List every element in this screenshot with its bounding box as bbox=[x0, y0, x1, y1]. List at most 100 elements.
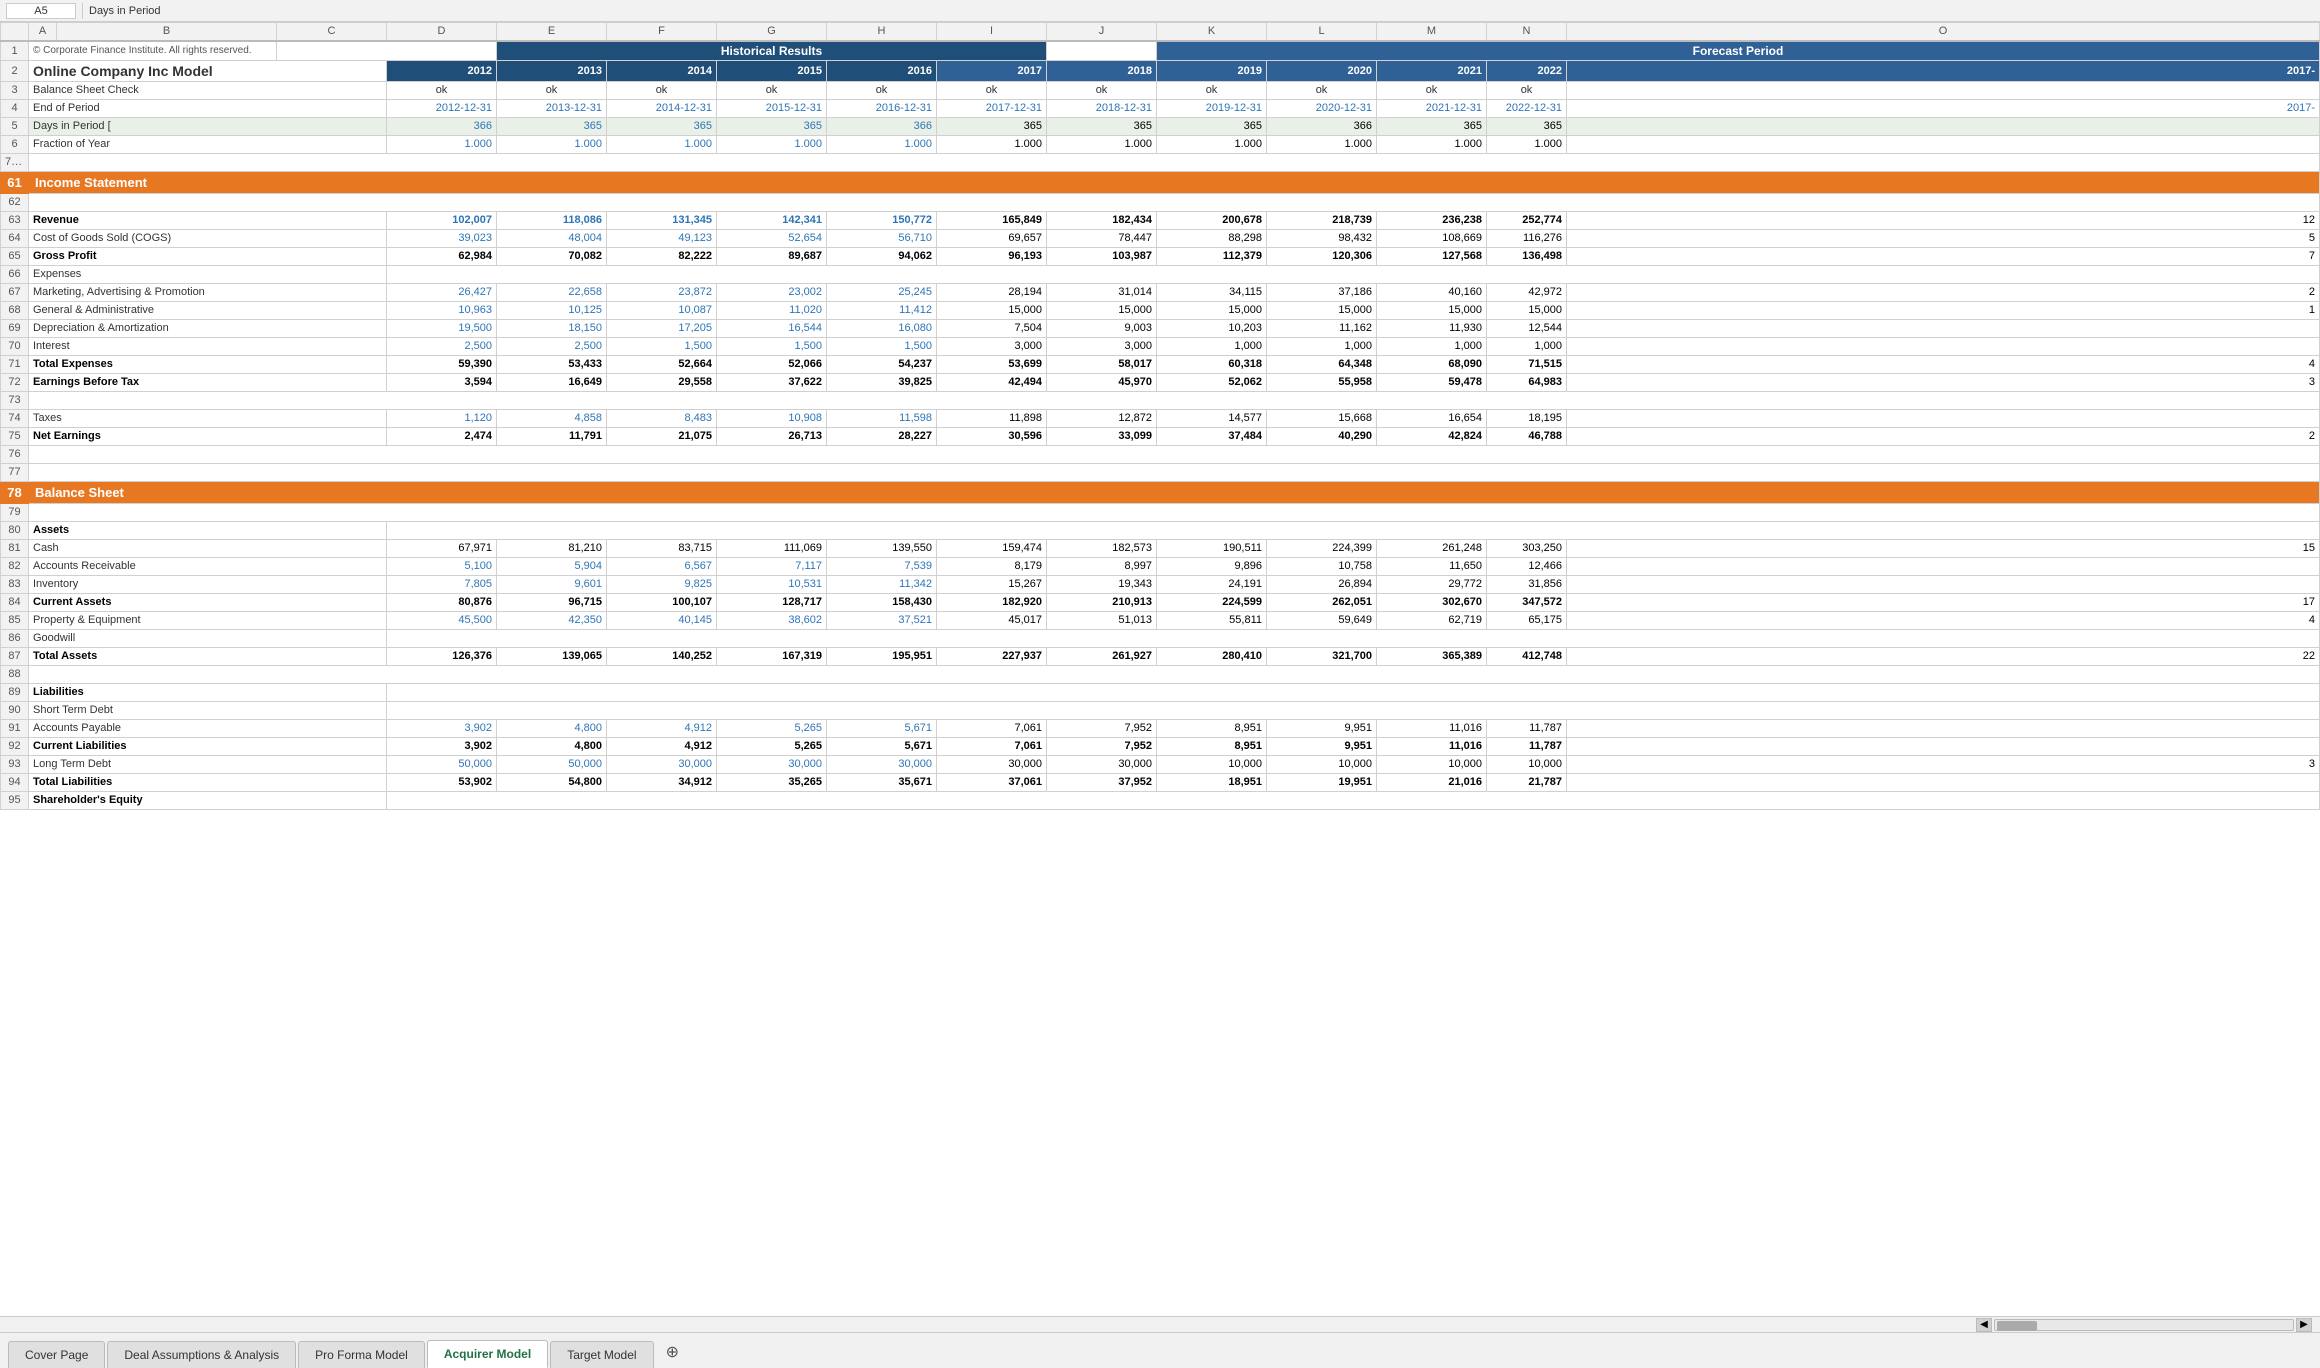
scroll-thumb[interactable] bbox=[1997, 1321, 2037, 1331]
row-83: 83 Inventory 7,805 9,601 9,825 10,531 11… bbox=[1, 575, 2320, 593]
col-e-header: E bbox=[497, 23, 607, 41]
row-64: 64 Cost of Goods Sold (COGS) 39,023 48,0… bbox=[1, 229, 2320, 247]
current-liab-label: Current Liabilities bbox=[29, 737, 387, 755]
income-statement-header: 61 Income Statement bbox=[1, 171, 2320, 193]
year-2013: 2013 bbox=[497, 60, 607, 81]
row-76: 76 bbox=[1, 445, 2320, 463]
row-85: 85 Property & Equipment 45,500 42,350 40… bbox=[1, 611, 2320, 629]
col-a-header: A bbox=[29, 23, 57, 41]
row-73: 73 bbox=[1, 391, 2320, 409]
balance-sheet-label: Balance Sheet bbox=[29, 481, 2320, 503]
gross-profit-label: Gross Profit bbox=[29, 247, 387, 265]
corner-header bbox=[1, 23, 29, 41]
tab-deal-assumptions[interactable]: Deal Assumptions & Analysis bbox=[107, 1341, 296, 1368]
liabilities-label: Liabilities bbox=[29, 683, 387, 701]
scroll-bar-area[interactable]: ◀ ▶ bbox=[0, 1316, 2320, 1332]
total-assets-label: Total Assets bbox=[29, 647, 387, 665]
ppe-label: Property & Equipment bbox=[29, 611, 387, 629]
col-n-header: N bbox=[1487, 23, 1567, 41]
row-67: 67 Marketing, Advertising & Promotion 26… bbox=[1, 283, 2320, 301]
col-o-header: O bbox=[1567, 23, 2320, 41]
row-82: 82 Accounts Receivable 5,100 5,904 6,567… bbox=[1, 557, 2320, 575]
row-1-header: 1 bbox=[1, 41, 29, 61]
row-75: 75 Net Earnings 2,474 11,791 21,075 26,7… bbox=[1, 427, 2320, 445]
row-80: 80 Assets bbox=[1, 521, 2320, 539]
interest-label: Interest bbox=[29, 337, 387, 355]
ebt-label: Earnings Before Tax bbox=[29, 373, 387, 391]
end-of-period-label: End of Period bbox=[29, 99, 387, 117]
row-71: 71 Total Expenses 59,390 53,433 52,664 5… bbox=[1, 355, 2320, 373]
year-2014: 2014 bbox=[607, 60, 717, 81]
goodwill-label: Goodwill bbox=[29, 629, 387, 647]
row-89: 89 Liabilities bbox=[1, 683, 2320, 701]
inventory-label: Inventory bbox=[29, 575, 387, 593]
shareholders-equity-label: Shareholder's Equity bbox=[29, 791, 387, 809]
income-statement-label: Income Statement bbox=[29, 171, 2320, 193]
row-72: 72 Earnings Before Tax 3,594 16,649 29,5… bbox=[1, 373, 2320, 391]
net-earnings-label: Net Earnings bbox=[29, 427, 387, 445]
row-84: 84 Current Assets 80,876 96,715 100,107 … bbox=[1, 593, 2320, 611]
year-2012: 2012 bbox=[387, 60, 497, 81]
year-2018: 2018 bbox=[1047, 60, 1157, 81]
cogs-label: Cost of Goods Sold (COGS) bbox=[29, 229, 387, 247]
cash-label: Cash bbox=[29, 539, 387, 557]
model-title: Online Company Inc Model bbox=[29, 60, 387, 81]
row-66: 66 Expenses bbox=[1, 265, 2320, 283]
year-2016: 2016 bbox=[827, 60, 937, 81]
row-79: 79 bbox=[1, 503, 2320, 521]
row-92: 92 Current Liabilities 3,902 4,800 4,912… bbox=[1, 737, 2320, 755]
tab-pro-forma[interactable]: Pro Forma Model bbox=[298, 1341, 425, 1368]
year-2022: 2022 bbox=[1487, 60, 1567, 81]
row-2: 2 Online Company Inc Model 2012 2013 201… bbox=[1, 60, 2320, 81]
tab-target-model[interactable]: Target Model bbox=[550, 1341, 653, 1368]
historical-results-header: Historical Results bbox=[497, 41, 1047, 61]
taxes-label: Taxes bbox=[29, 409, 387, 427]
add-sheet-button[interactable]: ⊕ bbox=[656, 1336, 689, 1368]
col-h-header: H bbox=[827, 23, 937, 41]
row-90: 90 Short Term Debt bbox=[1, 701, 2320, 719]
row-86: 86 Goodwill bbox=[1, 629, 2320, 647]
row-65: 65 Gross Profit 62,984 70,082 82,222 89,… bbox=[1, 247, 2320, 265]
scroll-left-button[interactable]: ◀ bbox=[1976, 1318, 1992, 1332]
balance-sheet-header: 78 Balance Sheet bbox=[1, 481, 2320, 503]
rows-7-60: 7-60 bbox=[1, 153, 2320, 171]
expenses-label: Expenses bbox=[29, 265, 387, 283]
row-74: 74 Taxes 1,120 4,858 8,483 10,908 11,598… bbox=[1, 409, 2320, 427]
col-g-header: G bbox=[717, 23, 827, 41]
year-2019: 2019 bbox=[1157, 60, 1267, 81]
col-j-header: J bbox=[1047, 23, 1157, 41]
horizontal-scrollbar[interactable] bbox=[1994, 1319, 2294, 1331]
row-95: 95 Shareholder's Equity bbox=[1, 791, 2320, 809]
row-1: 1 © Corporate Finance Institute. All rig… bbox=[1, 41, 2320, 61]
ga-label: General & Administrative bbox=[29, 301, 387, 319]
col-m-header: M bbox=[1377, 23, 1487, 41]
row-91: 91 Accounts Payable 3,902 4,800 4,912 5,… bbox=[1, 719, 2320, 737]
col-f-header: F bbox=[607, 23, 717, 41]
col-b-header: B bbox=[57, 23, 277, 41]
year-partial: 2017- bbox=[1567, 60, 2320, 81]
row-70: 70 Interest 2,500 2,500 1,500 1,500 1,50… bbox=[1, 337, 2320, 355]
year-2015: 2015 bbox=[717, 60, 827, 81]
da-label: Depreciation & Amortization bbox=[29, 319, 387, 337]
row-87: 87 Total Assets 126,376 139,065 140,252 … bbox=[1, 647, 2320, 665]
row-63: 63 Revenue 102,007 118,086 131,345 142,3… bbox=[1, 211, 2320, 229]
tab-acquirer-model[interactable]: Acquirer Model bbox=[427, 1340, 548, 1368]
row-68: 68 General & Administrative 10,963 10,12… bbox=[1, 301, 2320, 319]
ar-label: Accounts Receivable bbox=[29, 557, 387, 575]
col-d-header: D bbox=[387, 23, 497, 41]
row-81: 81 Cash 67,971 81,210 83,715 111,069 139… bbox=[1, 539, 2320, 557]
row-3: 3 Balance Sheet Check ok ok ok ok ok ok … bbox=[1, 81, 2320, 99]
row-69: 69 Depreciation & Amortization 19,500 18… bbox=[1, 319, 2320, 337]
tab-cover-page[interactable]: Cover Page bbox=[8, 1341, 105, 1368]
current-assets-label: Current Assets bbox=[29, 593, 387, 611]
scroll-right-button[interactable]: ▶ bbox=[2296, 1318, 2312, 1332]
year-2021: 2021 bbox=[1377, 60, 1487, 81]
col-i-header: I bbox=[937, 23, 1047, 41]
total-expenses-label: Total Expenses bbox=[29, 355, 387, 373]
copyright-cell: © Corporate Finance Institute. All right… bbox=[29, 41, 277, 61]
lt-debt-label: Long Term Debt bbox=[29, 755, 387, 773]
row-6: 6 Fraction of Year 1.000 1.000 1.000 1.0… bbox=[1, 135, 2320, 153]
fraction-year-label: Fraction of Year bbox=[29, 135, 387, 153]
row-93: 93 Long Term Debt 50,000 50,000 30,000 3… bbox=[1, 755, 2320, 773]
year-2020: 2020 bbox=[1267, 60, 1377, 81]
